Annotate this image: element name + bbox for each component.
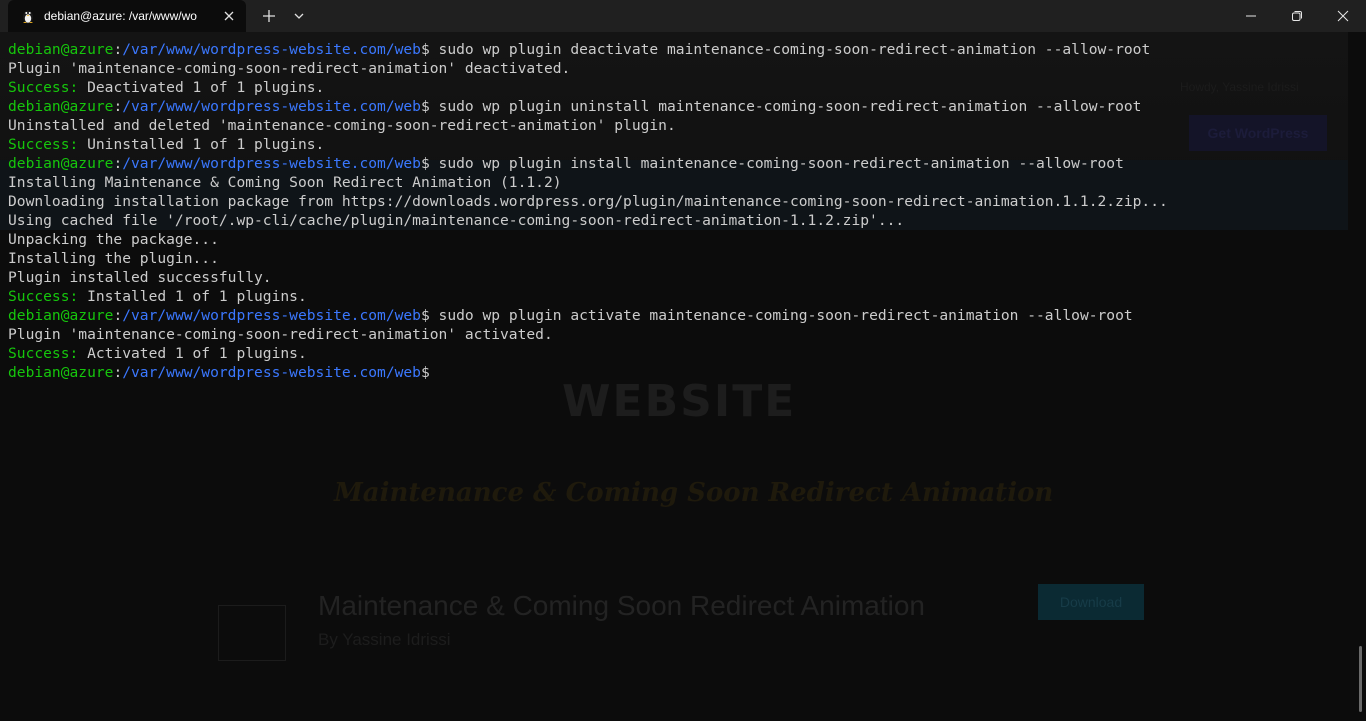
scrollbar-thumb[interactable] bbox=[1359, 646, 1362, 712]
output-line: Using cached file '/root/.wp-cli/cache/p… bbox=[8, 212, 905, 229]
restore-icon bbox=[1292, 11, 1302, 21]
prompt-line: debian@azure:/var/www/wordpress-website.… bbox=[8, 40, 1352, 59]
success-text: Uninstalled 1 of 1 plugins. bbox=[78, 136, 325, 153]
prompt-symbol: $ bbox=[420, 41, 430, 58]
output-line: Plugin 'maintenance-coming-soon-redirect… bbox=[8, 326, 553, 343]
tab-title: debian@azure: /var/www/wo bbox=[44, 9, 197, 23]
window-close-button[interactable] bbox=[1320, 0, 1366, 32]
prompt-path: /var/www/wordpress-website.com/web bbox=[122, 307, 421, 324]
command-text: sudo wp plugin deactivate maintenance-co… bbox=[429, 41, 1151, 58]
command-text: sudo wp plugin uninstall maintenance-com… bbox=[429, 98, 1142, 115]
prompt-user: debian@azure bbox=[8, 364, 114, 381]
output-line: Installing Maintenance & Coming Soon Red… bbox=[8, 174, 562, 191]
prompt-separator: : bbox=[113, 307, 123, 324]
prompt-symbol: $ bbox=[420, 307, 430, 324]
prompt-separator: : bbox=[113, 41, 123, 58]
success-label: Success: bbox=[8, 136, 79, 153]
success-text: Installed 1 of 1 plugins. bbox=[78, 288, 307, 305]
prompt-symbol: $ bbox=[420, 155, 430, 172]
output-line: Installing the plugin... bbox=[8, 250, 219, 267]
prompt-symbol: $ bbox=[420, 364, 430, 381]
prompt-line: debian@azure:/var/www/wordpress-website.… bbox=[8, 97, 1352, 116]
success-line: Success: Uninstalled 1 of 1 plugins. bbox=[8, 135, 1352, 154]
prompt-user: debian@azure bbox=[8, 41, 114, 58]
window-close-icon bbox=[1337, 10, 1349, 22]
success-label: Success: bbox=[8, 79, 79, 96]
minimize-button[interactable] bbox=[1228, 0, 1274, 32]
tux-linux-icon bbox=[23, 10, 33, 24]
prompt-line: debian@azure:/var/www/wordpress-website.… bbox=[8, 154, 1352, 173]
success-text: Activated 1 of 1 plugins. bbox=[78, 345, 307, 362]
prompt-user: debian@azure bbox=[8, 98, 114, 115]
success-label: Success: bbox=[8, 345, 79, 362]
output-line: Uninstalled and deleted 'maintenance-com… bbox=[8, 117, 676, 134]
output-line: Plugin installed successfully. bbox=[8, 269, 272, 286]
command-text: sudo wp plugin activate maintenance-comi… bbox=[429, 307, 1133, 324]
output-line: Plugin 'maintenance-coming-soon-redirect… bbox=[8, 60, 571, 77]
prompt-path: /var/www/wordpress-website.com/web bbox=[122, 98, 421, 115]
chevron-down-icon[interactable] bbox=[291, 8, 307, 24]
success-label: Success: bbox=[8, 288, 79, 305]
prompt-separator: : bbox=[113, 98, 123, 115]
prompt-separator: : bbox=[113, 364, 123, 381]
terminal-tab[interactable]: debian@azure: /var/www/wo bbox=[8, 0, 246, 32]
prompt-symbol: $ bbox=[420, 98, 430, 115]
prompt-path: /var/www/wordpress-website.com/web bbox=[122, 155, 421, 172]
terminal-output[interactable]: debian@azure:/var/www/wordpress-website.… bbox=[0, 32, 1352, 721]
success-line: Success: Deactivated 1 of 1 plugins. bbox=[8, 78, 1352, 97]
restore-button[interactable] bbox=[1274, 0, 1320, 32]
plus-icon[interactable] bbox=[260, 7, 278, 25]
prompt-line: debian@azure:/var/www/wordpress-website.… bbox=[8, 306, 1352, 325]
title-bar: debian@azure: /var/www/wo bbox=[0, 0, 1366, 32]
close-icon[interactable] bbox=[221, 8, 237, 24]
prompt-path: /var/www/wordpress-website.com/web bbox=[122, 364, 421, 381]
success-text: Deactivated 1 of 1 plugins. bbox=[78, 79, 325, 96]
prompt-separator: : bbox=[113, 155, 123, 172]
prompt-user: debian@azure bbox=[8, 155, 114, 172]
prompt-path: /var/www/wordpress-website.com/web bbox=[122, 41, 421, 58]
success-line: Success: Installed 1 of 1 plugins. bbox=[8, 287, 1352, 306]
prompt-user: debian@azure bbox=[8, 307, 114, 324]
command-text: sudo wp plugin install maintenance-comin… bbox=[429, 155, 1124, 172]
prompt-line: debian@azure:/var/www/wordpress-website.… bbox=[8, 363, 1352, 382]
minimize-icon bbox=[1246, 15, 1256, 17]
output-line: Downloading installation package from ht… bbox=[8, 193, 1168, 210]
output-line: Unpacking the package... bbox=[8, 231, 219, 248]
success-line: Success: Activated 1 of 1 plugins. bbox=[8, 344, 1352, 363]
scrollbar-track[interactable] bbox=[1352, 32, 1366, 721]
